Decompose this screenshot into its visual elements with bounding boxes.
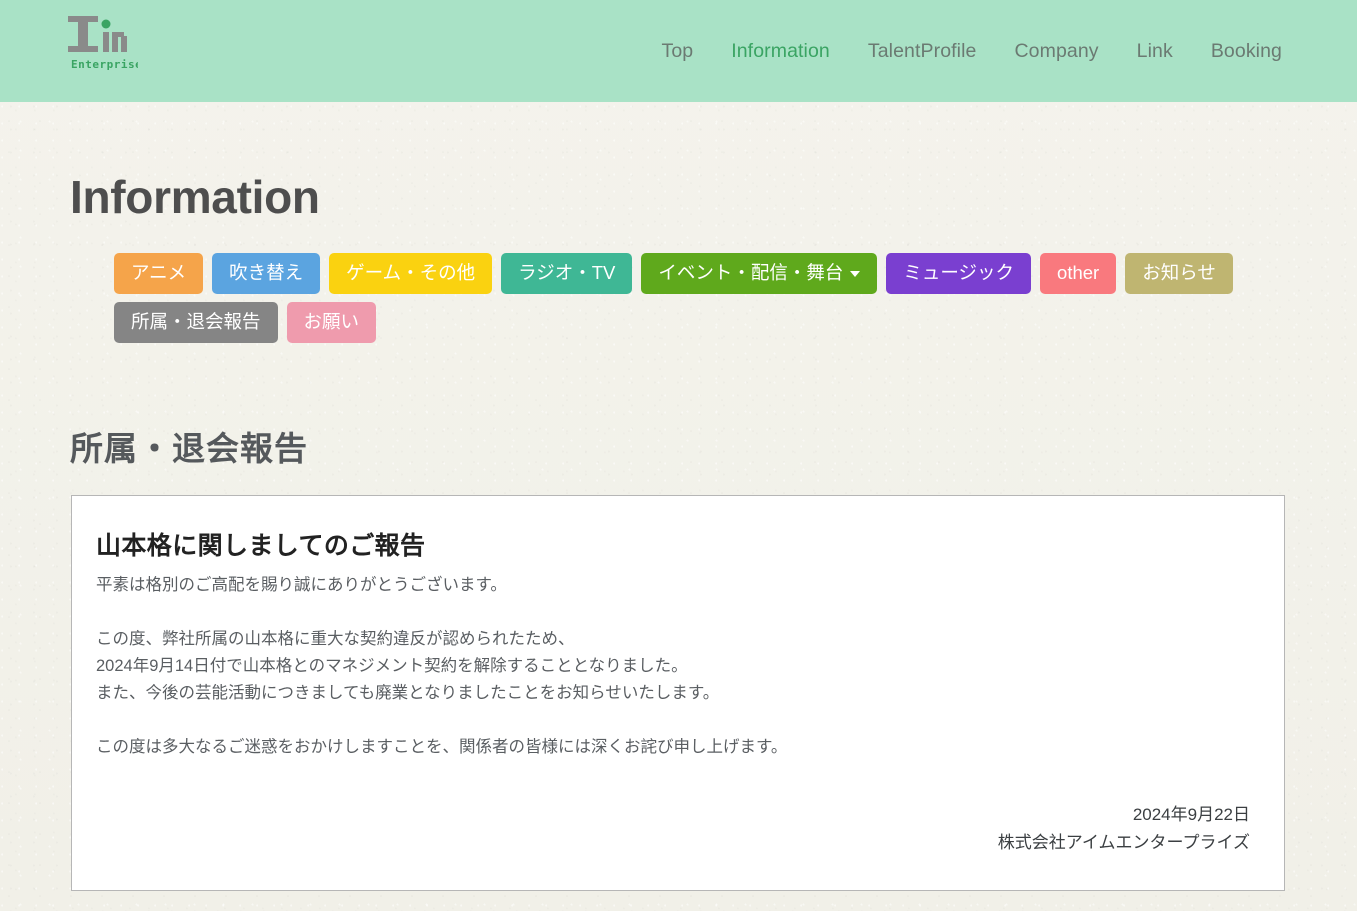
- article-title: 山本格に関しましてのご報告: [96, 526, 1252, 562]
- category-button-6[interactable]: other: [1040, 253, 1116, 294]
- category-button-label: other: [1057, 264, 1099, 283]
- site-header: Enterprise Top Information TalentProfile…: [0, 0, 1357, 102]
- category-button-5[interactable]: ミュージック: [886, 253, 1031, 294]
- category-button-label: アニメ: [131, 264, 186, 283]
- signature-line: 株式会社アイムエンタープライズ: [96, 829, 1250, 857]
- category-button-label: 所属・退会報告: [131, 313, 261, 332]
- category-button-label: ゲーム・その他: [346, 264, 475, 283]
- im-enterprise-logo[interactable]: Enterprise: [66, 13, 138, 75]
- article-paragraph-line: また、今後の芸能活動につきましても廃業となりましたことをお知らせいたします。: [96, 680, 1252, 707]
- category-button-label: 吹き替え: [229, 264, 303, 283]
- chevron-down-icon: [850, 271, 860, 277]
- paragraph-spacer: [96, 599, 1252, 626]
- news-article-card: 山本格に関しましてのご報告 平素は格別のご高配を賜り誠にありがとうございます。こ…: [71, 495, 1285, 891]
- category-button-label: イベント・配信・舞台: [658, 264, 843, 283]
- category-button-7[interactable]: お知らせ: [1125, 253, 1233, 294]
- category-button-8[interactable]: 所属・退会報告: [114, 302, 278, 343]
- article-paragraph-line: この度、弊社所属の山本格に重大な契約違反が認められたため、: [96, 626, 1252, 653]
- category-button-1[interactable]: 吹き替え: [212, 253, 320, 294]
- category-button-0[interactable]: アニメ: [114, 253, 203, 294]
- signature-line: 2024年9月22日: [96, 801, 1250, 829]
- nav-link-information[interactable]: Information: [712, 34, 849, 69]
- main-navigation: Top Information TalentProfile Company Li…: [642, 0, 1301, 102]
- nav-link-link[interactable]: Link: [1118, 34, 1192, 69]
- paragraph-spacer: [96, 707, 1252, 734]
- article-paragraph-line: この度は多大なるご迷惑をおかけしますことを、関係者の皆様には深くお詫び申し上げま…: [96, 734, 1252, 761]
- nav-link-company[interactable]: Company: [995, 34, 1117, 69]
- category-button-2[interactable]: ゲーム・その他: [329, 253, 492, 294]
- svg-text:Enterprise: Enterprise: [71, 58, 138, 71]
- article-paragraph-line: 2024年9月14日付で山本格とのマネジメント契約を解除することとなりました。: [96, 653, 1252, 680]
- nav-link-top[interactable]: Top: [642, 34, 712, 69]
- category-button-9[interactable]: お願い: [287, 302, 377, 343]
- page-content: Information アニメ 吹き替え ゲーム・その他 ラジオ・TV イベント・配信・…: [0, 102, 1357, 891]
- category-filter-list: アニメ 吹き替え ゲーム・その他 ラジオ・TV イベント・配信・舞台 ミュージック othe…: [0, 253, 1240, 343]
- nav-link-booking[interactable]: Booking: [1192, 34, 1301, 69]
- category-button-label: お知らせ: [1142, 264, 1216, 283]
- article-paragraph-line: 平素は格別のご高配を賜り誠にありがとうございます。: [96, 572, 1252, 599]
- category-button-label: ミュージック: [903, 264, 1014, 283]
- category-button-3[interactable]: ラジオ・TV: [501, 253, 632, 294]
- nav-link-talentprofile[interactable]: TalentProfile: [849, 34, 996, 69]
- category-button-label: お願い: [304, 313, 360, 332]
- page-title: Information: [0, 102, 1357, 224]
- article-signature: 2024年9月22日株式会社アイムエンタープライズ: [96, 801, 1252, 857]
- category-button-4[interactable]: イベント・配信・舞台: [641, 253, 877, 294]
- article-body: 平素は格別のご高配を賜り誠にありがとうございます。この度、弊社所属の山本格に重大…: [96, 572, 1252, 761]
- section-title: 所属・退会報告: [0, 343, 1357, 470]
- category-button-label: ラジオ・TV: [518, 264, 615, 283]
